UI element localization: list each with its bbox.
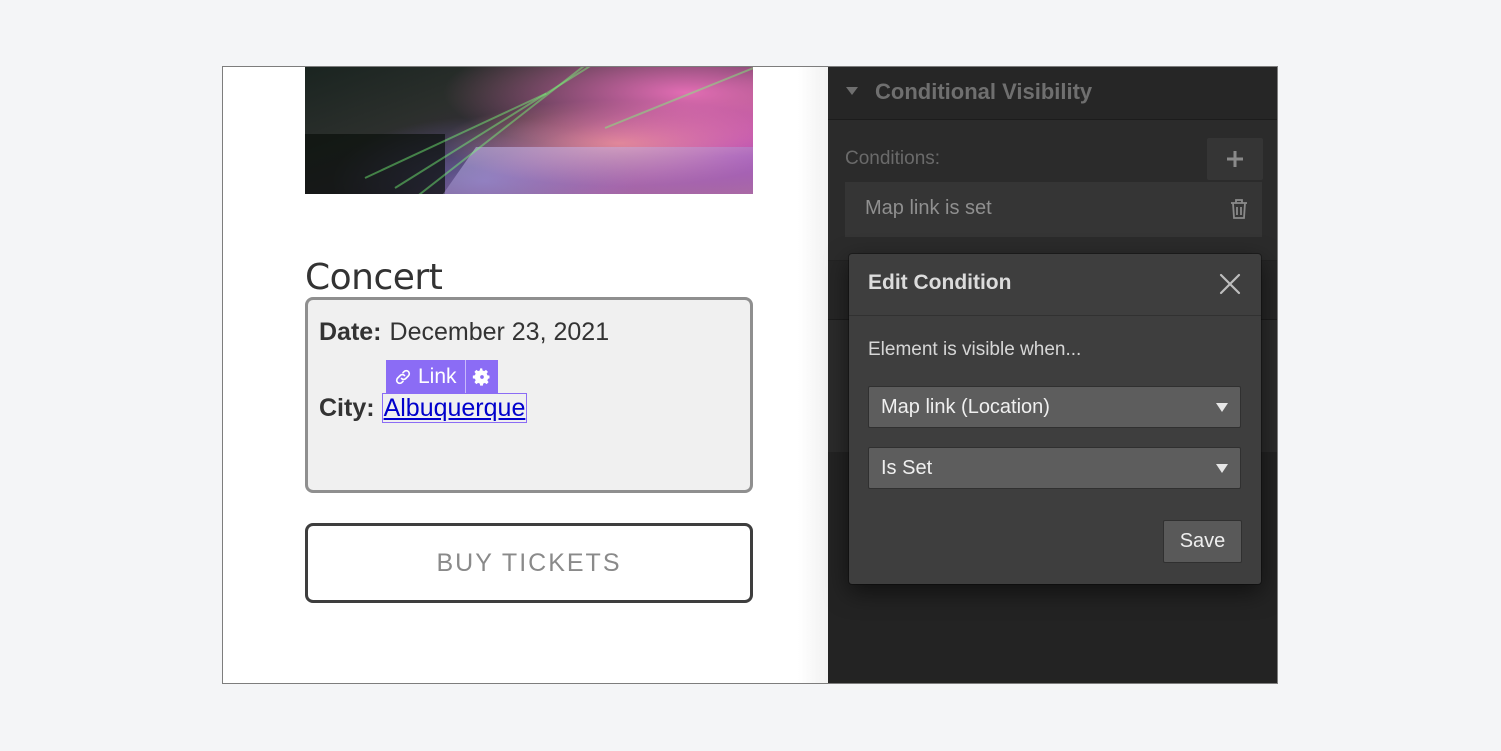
chevron-down-icon xyxy=(1216,403,1228,412)
conditional-visibility-body: Conditions: Map link is set xyxy=(828,120,1277,260)
trash-icon[interactable] xyxy=(1230,198,1248,220)
close-icon[interactable] xyxy=(1219,273,1241,295)
page-title: Concert xyxy=(305,257,443,299)
hero-crowd-shape xyxy=(305,134,445,194)
editor-frame: Concert Date: December 23, 2021 Link Cit… xyxy=(222,66,1278,684)
link-element-toolbar: Link xyxy=(386,360,498,393)
field-select-value: Map link (Location) xyxy=(881,396,1050,418)
hero-laser-shape xyxy=(604,67,753,129)
operator-select[interactable]: Is Set xyxy=(868,447,1241,489)
save-button[interactable]: Save xyxy=(1163,520,1242,563)
modal-subtitle: Element is visible when... xyxy=(868,339,1082,360)
link-element-tag[interactable]: Link xyxy=(386,360,466,393)
event-info-box[interactable]: Date: December 23, 2021 Link City: Albuq… xyxy=(305,297,753,493)
link-tag-label: Link xyxy=(418,364,457,388)
city-row: City: Albuquerque xyxy=(319,393,528,423)
conditions-label: Conditions: xyxy=(845,148,941,169)
hero-image[interactable] xyxy=(305,67,753,194)
link-icon xyxy=(395,369,411,384)
designer-canvas: Concert Date: December 23, 2021 Link Cit… xyxy=(223,67,828,683)
city-map-link[interactable]: Albuquerque xyxy=(381,393,528,423)
modal-header: Edit Condition xyxy=(849,254,1261,316)
modal-title: Edit Condition xyxy=(868,271,1012,294)
date-label: Date: xyxy=(319,318,382,346)
caret-down-icon xyxy=(846,87,858,95)
section-title: Conditional Visibility xyxy=(875,79,1093,104)
hero-stage-shape xyxy=(433,147,753,194)
city-label: City: xyxy=(319,394,375,422)
date-value: December 23, 2021 xyxy=(389,318,610,346)
buy-tickets-button[interactable]: BUY TICKETS xyxy=(305,523,753,603)
edit-condition-modal: Edit Condition Element is visible when..… xyxy=(849,254,1261,584)
condition-text: Map link is set xyxy=(865,197,992,219)
chevron-down-icon xyxy=(1216,464,1228,473)
plus-icon xyxy=(1227,151,1243,167)
add-condition-button[interactable] xyxy=(1207,138,1263,180)
conditional-visibility-header[interactable]: Conditional Visibility xyxy=(828,67,1277,120)
date-row: Date: December 23, 2021 xyxy=(319,318,609,347)
operator-select-value: Is Set xyxy=(881,457,933,479)
canvas-edge-shadow xyxy=(798,67,828,683)
field-select[interactable]: Map link (Location) xyxy=(868,386,1241,428)
link-settings-button[interactable] xyxy=(466,360,498,393)
condition-item[interactable]: Map link is set xyxy=(845,182,1262,237)
gear-icon xyxy=(472,367,490,386)
